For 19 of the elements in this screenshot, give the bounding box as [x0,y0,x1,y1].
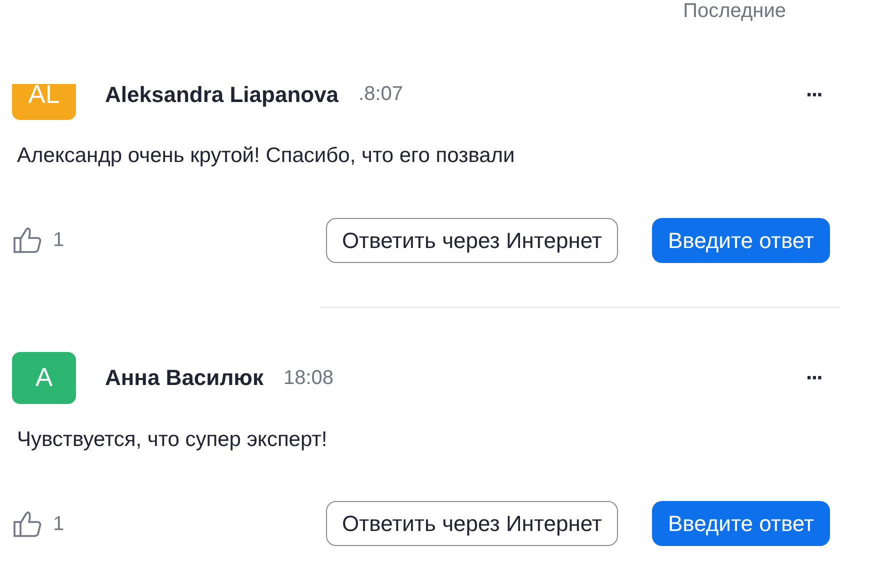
avatar: AL [12,84,76,120]
type-answer-button[interactable]: Введите ответ [652,501,830,546]
thumbs-up-icon[interactable] [13,226,43,254]
more-button[interactable]: ··· [806,84,822,110]
type-answer-button[interactable]: Введите ответ [652,218,830,262]
question-text: Чувствуется, что супер эксперт! [16,426,328,452]
sort-label[interactable]: Последние [683,0,786,22]
question-text: Александр очень крутой! Спасибо, что его позвали [16,143,516,169]
like-count: 1 [53,228,64,253]
author-name: Aleksandra Liapanova [105,84,339,109]
timestamp: 18:08 [283,366,334,390]
timestamp: .8:07 [358,84,404,107]
like-count: 1 [53,512,64,536]
author-name: Анна Василюк [105,364,264,392]
reply-online-button[interactable]: Ответить через Интернет [326,501,618,546]
reply-online-button[interactable]: Ответить через Интернет [326,218,618,262]
avatar: А [12,352,76,404]
more-button[interactable]: ··· [806,361,822,394]
thumbs-up-icon[interactable] [13,510,43,538]
